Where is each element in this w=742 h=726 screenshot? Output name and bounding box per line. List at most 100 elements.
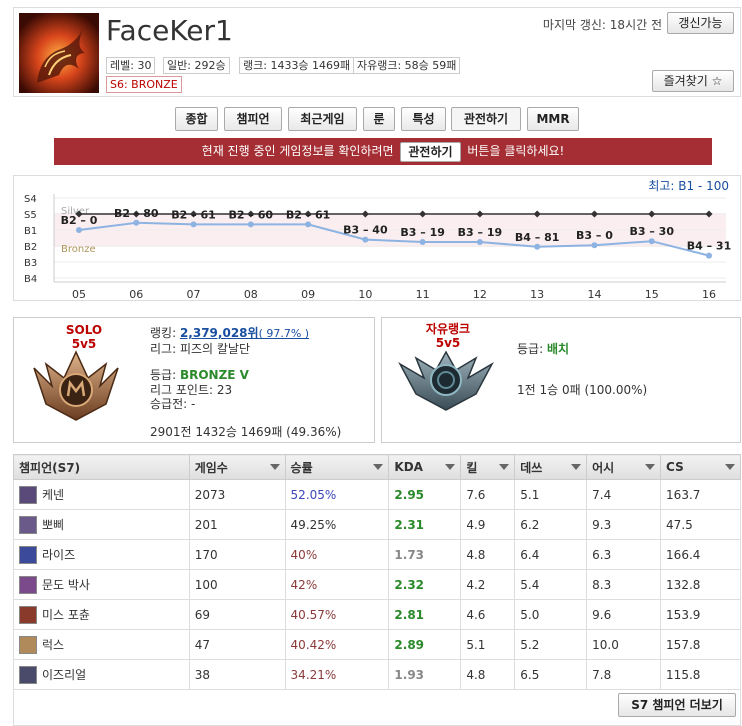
favorite-button[interactable]: 즐겨찾기 ☆	[652, 70, 734, 92]
champion-name[interactable]: 미스 포츈	[42, 606, 90, 623]
solo-ranking-link[interactable]: 2,379,028위	[180, 326, 259, 340]
kda-cell-value: 2.89	[394, 637, 425, 652]
cs-cell-value: 166.4	[666, 547, 701, 562]
table-row[interactable]: 이즈리얼 38 34.21% 1.93 4.8 6.5 7.8 115.8	[13, 659, 741, 690]
champion-info: 뽀삐	[19, 515, 189, 534]
more-champions-button[interactable]: S7 챔피언 더보기	[618, 693, 736, 717]
champion-info: 이즈리얼	[19, 665, 189, 684]
assists-cell: 7.4	[586, 479, 662, 510]
player-point-label: B2 – 80	[114, 207, 159, 220]
kills-cell-value: 4.8	[466, 547, 486, 562]
player-point-label: B2 – 0	[61, 214, 98, 227]
table-row[interactable]: 미스 포츈 69 40.57% 2.81 4.6 5.0 9.6 153.9	[13, 599, 741, 630]
col-header-kda[interactable]: KDA	[388, 454, 462, 480]
solo-league: 리그: 피즈의 칼날단	[150, 342, 250, 356]
games-cell: 100	[188, 569, 286, 600]
profile-header: FaceKer1 레벨: 30 일반: 292승 랭크: 1433승 1469패…	[13, 7, 741, 97]
col-header-winrate[interactable]: 승률	[284, 454, 390, 480]
cs-cell-value: 132.8	[666, 577, 701, 592]
champion-name[interactable]: 뽀삐	[42, 516, 64, 533]
table-row[interactable]: 문도 박사 100 42% 2.32 4.2 5.4 8.3 132.8	[13, 569, 741, 600]
tab-masteries[interactable]: 특성	[401, 107, 446, 131]
table-row[interactable]: 뽀삐 201 49.25% 2.31 4.9 6.2 9.3 47.5	[13, 509, 741, 540]
winrate-cell-value: 40.57%	[290, 607, 337, 622]
champion-name[interactable]: 럭스	[42, 636, 64, 653]
champion-info: 케넨	[19, 485, 189, 504]
col-header-label: KDA	[394, 460, 423, 474]
flex-tier-line: 등급: 배치	[517, 340, 569, 357]
solo-ranking-percent[interactable]: ( 97.7% )	[259, 327, 310, 340]
summoner-page: FaceKer1 레벨: 30 일반: 292승 랭크: 1433승 1469패…	[0, 0, 742, 726]
champion-name[interactable]: 문도 박사	[42, 576, 90, 593]
kda-cell-value: 2.81	[394, 607, 425, 622]
champion-name[interactable]: 케넨	[42, 486, 64, 503]
x-tick-label: 11	[416, 288, 430, 301]
col-header-label: 챔피언(S7)	[19, 460, 81, 475]
cs-cell-value: 115.8	[666, 667, 701, 682]
assists-cell-value: 10.0	[592, 637, 619, 652]
assists-cell: 8.3	[586, 569, 662, 600]
player-point	[534, 243, 541, 250]
tab-overview[interactable]: 종합	[175, 107, 218, 131]
col-header-deaths[interactable]: 데쓰	[514, 454, 588, 480]
games-cell-value: 100	[194, 577, 218, 592]
champion-portrait-icon	[19, 665, 37, 684]
y-tick-label: S5	[24, 210, 37, 221]
games-cell-value: 69	[194, 607, 210, 622]
x-tick-label: 07	[187, 288, 201, 301]
solo-queue-name: SOLO	[65, 323, 103, 337]
sort-arrow-icon	[499, 464, 510, 470]
rank-history-chart: 최고: B1 - 100 S4 S5 B1 B2 B3 B4 Silver Bronze 05 06…	[13, 175, 741, 301]
tab-runes[interactable]: 룬	[363, 107, 395, 131]
tab-spectate[interactable]: 관전하기	[451, 107, 521, 131]
x-tick-label: 10	[358, 288, 372, 301]
player-point	[591, 242, 598, 249]
cs-cell-value: 47.5	[666, 517, 693, 532]
champion-cell: 이즈리얼	[13, 659, 190, 690]
flex-record-badge: 자유랭크: 58승 59패	[353, 57, 461, 74]
y-tick-label: B1	[24, 226, 37, 237]
kda-cell-value: 1.93	[394, 667, 425, 682]
spectate-button[interactable]: 관전하기	[400, 141, 461, 162]
table-row[interactable]: 럭스 47 40.42% 2.89 5.1 5.2 10.0 157.8	[13, 629, 741, 660]
player-point-label: B4 – 81	[515, 231, 560, 244]
refresh-button[interactable]: 갱신가능	[667, 12, 734, 34]
col-header-assists[interactable]: 어시	[586, 454, 662, 480]
player-point	[76, 227, 82, 233]
col-header-label: 승률	[290, 460, 313, 475]
ranked-record-badge: 랭크: 1433승 1469패	[239, 57, 355, 74]
player-point-label: B3 – 0	[576, 229, 613, 242]
games-cell-value: 201	[194, 517, 218, 532]
cs-cell: 153.9	[660, 599, 741, 630]
col-header-kills[interactable]: 킬	[460, 454, 516, 480]
champion-portrait-icon	[19, 545, 37, 564]
sort-arrow-icon	[269, 464, 280, 470]
table-row[interactable]: 라이즈 170 40% 1.73 4.8 6.4 6.3 166.4	[13, 539, 741, 570]
flex-tier-label: 등급:	[517, 342, 544, 356]
tab-champions[interactable]: 챔피언	[224, 107, 282, 131]
player-point	[305, 221, 312, 228]
champion-name[interactable]: 라이즈	[42, 546, 75, 563]
col-header-cs[interactable]: CS	[660, 454, 741, 480]
champion-cell: 라이즈	[13, 539, 190, 570]
kills-cell-value: 4.8	[466, 667, 486, 682]
assists-cell-value: 9.3	[592, 517, 612, 532]
kills-cell: 4.2	[460, 569, 516, 600]
band-label-bronze: Bronze	[61, 244, 96, 255]
profile-icon	[19, 13, 99, 93]
col-header-games[interactable]: 게임수	[188, 454, 286, 480]
col-header-label: 어시	[592, 460, 615, 475]
deaths-cell: 5.1	[514, 479, 588, 510]
games-cell: 69	[188, 599, 286, 630]
kills-cell: 4.6	[460, 599, 516, 630]
games-cell: 47	[188, 629, 286, 660]
tab-mmr[interactable]: MMR	[527, 107, 579, 131]
player-point-label: B3 – 40	[343, 224, 388, 237]
table-row[interactable]: 케넨 2073 52.05% 2.95 7.6 5.1 7.4 163.7	[13, 479, 741, 510]
champion-name[interactable]: 이즈리얼	[42, 666, 86, 683]
col-header-champion[interactable]: 챔피언(S7)	[13, 454, 190, 480]
deaths-cell-value: 5.2	[520, 637, 540, 652]
tab-recent-games[interactable]: 최근게임	[288, 107, 357, 131]
games-cell: 201	[188, 509, 286, 540]
kda-cell: 2.31	[388, 509, 462, 540]
